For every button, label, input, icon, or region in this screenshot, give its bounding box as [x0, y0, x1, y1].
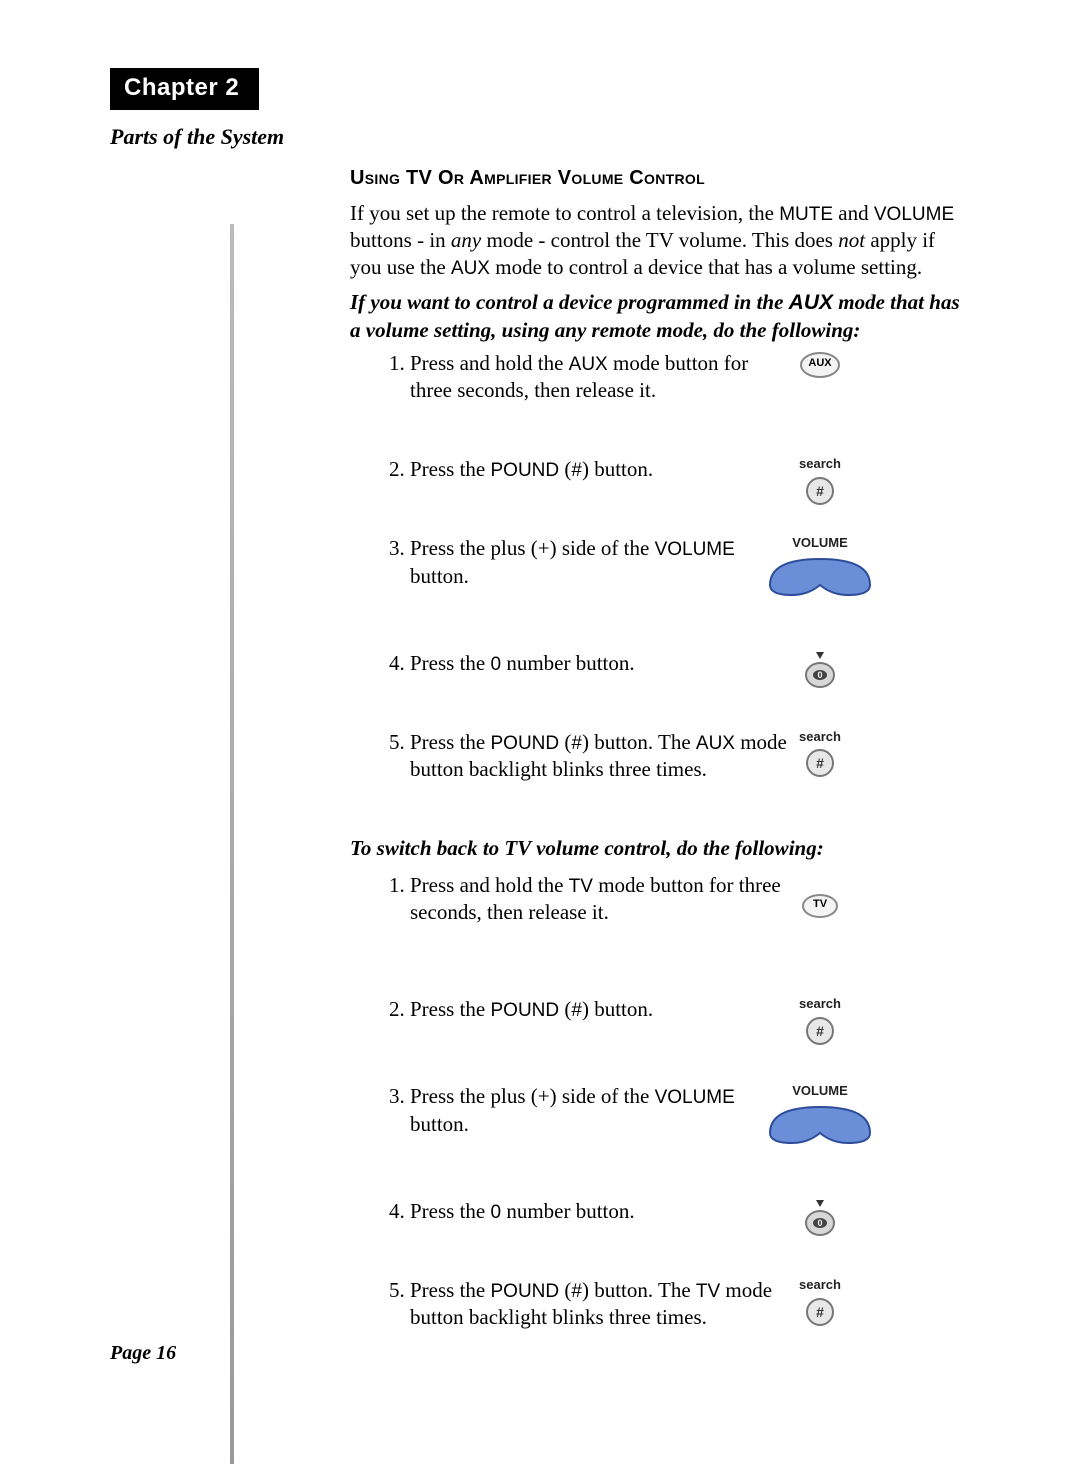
pound-button-icon: search #: [760, 456, 880, 506]
left-margin-bar: [230, 224, 234, 1464]
volume-button-icon: VOLUME: [740, 535, 900, 599]
pound-button-icon: search #: [760, 729, 880, 779]
aux-instruction-intro: If you want to control a device programm…: [350, 289, 970, 344]
svg-text:#: #: [816, 1023, 824, 1039]
zero-button-icon: 0: [760, 650, 880, 690]
svg-text:#: #: [816, 483, 824, 499]
search-label: search: [799, 456, 841, 473]
volume-label: VOLUME: [792, 535, 848, 552]
main-content: Using TV Or Amplifier Volume Control If …: [350, 166, 970, 1383]
steps-aux: Press and hold the AUX mode button for t…: [350, 350, 970, 823]
intro-paragraph: If you set up the remote to control a te…: [350, 200, 970, 282]
step-5: Press the POUND (#) button. The TV mode …: [410, 1277, 970, 1383]
svg-text:0: 0: [817, 670, 822, 680]
step-3: Press the plus (+) side of the VOLUME bu…: [410, 1083, 970, 1197]
volume-button-icon: VOLUME: [740, 1083, 900, 1147]
pound-button-icon: search #: [760, 1277, 880, 1327]
step-1: Press and hold the AUX mode button for t…: [410, 350, 970, 456]
volume-label: VOLUME: [792, 1083, 848, 1100]
aux-button-icon: AUX: [760, 350, 880, 380]
pound-button-icon: search #: [760, 996, 880, 1046]
search-label: search: [799, 1277, 841, 1294]
step-3: Press the plus (+) side of the VOLUME bu…: [410, 535, 970, 649]
tv-button-icon: TV: [760, 892, 880, 920]
step-1: Press and hold the TV mode button for th…: [410, 872, 970, 996]
heading-volume-control: Using TV Or Amplifier Volume Control: [350, 166, 970, 192]
tv-button-label: TV: [813, 898, 827, 910]
aux-button-label: AUX: [808, 357, 831, 369]
tv-instruction-intro: To switch back to TV volume control, do …: [350, 835, 970, 862]
search-label: search: [799, 996, 841, 1013]
chapter-badge: Chapter 2: [110, 68, 259, 110]
search-label: search: [799, 729, 841, 746]
step-2: Press the POUND (#) button. search #: [410, 996, 970, 1083]
step-2: Press the POUND (#) button. search #: [410, 456, 970, 535]
page-number: Page 16: [110, 1342, 176, 1365]
steps-tv: Press and hold the TV mode button for th…: [350, 872, 970, 1383]
svg-text:#: #: [816, 1304, 824, 1320]
svg-text:#: #: [816, 755, 824, 771]
step-4: Press the 0 number button. 0: [410, 1198, 970, 1277]
step-4: Press the 0 number button. 0: [410, 650, 970, 729]
svg-text:0: 0: [817, 1218, 822, 1228]
section-title: Parts of the System: [110, 124, 980, 150]
step-5: Press the POUND (#) button. The AUX mode…: [410, 729, 970, 823]
zero-button-icon: 0: [760, 1198, 880, 1238]
